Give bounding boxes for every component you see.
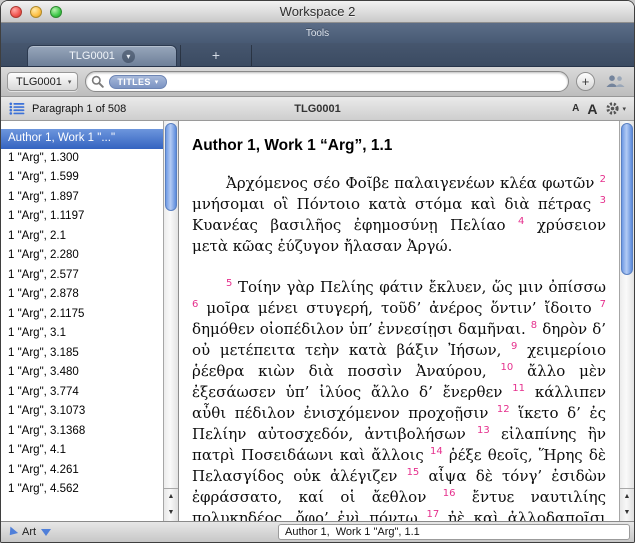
bottom-bar: Art (1, 521, 634, 542)
sidebar: Author 1, Work 1 "..."1 "Arg", 1.3001 "A… (1, 121, 179, 521)
line-number: 10 (500, 362, 513, 373)
font-decrease-button[interactable]: A (572, 103, 579, 114)
search-icon (91, 75, 104, 88)
triangle-icon[interactable] (6, 526, 18, 538)
titles-filter-label: TITLES (117, 77, 150, 87)
chevron-down-icon: ▾ (622, 105, 626, 113)
location-input[interactable] (278, 524, 630, 540)
line-number: 6 (192, 299, 198, 310)
tools-label: Tools (306, 28, 329, 39)
text-body: Ἀρχόμενος σέο Φοῖβε παλαιγενέων κλέα φωτ… (192, 173, 606, 521)
search-input[interactable] (172, 73, 560, 90)
list-item[interactable]: 1 "Arg", 3.1 (1, 324, 163, 344)
paragraph-status: Paragraph 1 of 508 (32, 103, 126, 115)
font-increase-button[interactable]: A (587, 101, 597, 117)
chevron-down-icon: ▾ (68, 78, 72, 86)
main-area: Author 1, Work 1 "..."1 "Arg", 1.3001 "A… (1, 121, 634, 521)
sidebar-list: Author 1, Work 1 "..."1 "Arg", 1.3001 "A… (1, 121, 163, 521)
chevron-down-icon[interactable] (41, 529, 51, 536)
main-scrollbar[interactable]: ▲ ▼ (619, 121, 634, 521)
title-bar: Workspace 2 (1, 1, 634, 23)
zoom-button[interactable] (50, 6, 62, 18)
minimize-button[interactable] (30, 6, 42, 18)
greek-paragraph: 5 Τοίην γὰρ Πελίης φάτιν ἔκλυεν, ὥς μιν … (192, 277, 606, 521)
list-item[interactable]: 1 "Arg", 1.300 (1, 149, 163, 169)
line-number: 2 (600, 174, 606, 185)
scrollbar-arrows: ▲ ▼ (164, 488, 178, 521)
greek-paragraph: Ἀρχόμενος σέο Φοῖβε παλαιγενέων κλέα φωτ… (192, 173, 606, 257)
text-pane: Author 1, Work 1 “Arg”, 1.1 Ἀρχόμενος σέ… (179, 121, 619, 521)
list-item[interactable]: 1 "Arg", 2.878 (1, 285, 163, 305)
line-number: 11 (512, 383, 525, 394)
list-item[interactable]: 1 "Arg", 2.1 (1, 227, 163, 247)
window-title: Workspace 2 (280, 4, 356, 19)
tab-label: TLG0001 (69, 50, 115, 62)
chevron-down-icon[interactable]: ▾ (122, 50, 135, 63)
line-number: 9 (511, 341, 517, 352)
tab-tlg0001[interactable]: TLG0001 ▾ (27, 45, 177, 66)
citation-level-control[interactable]: Art (7, 526, 51, 538)
line-number: 4 (518, 216, 524, 227)
add-tab-button[interactable]: + (180, 45, 252, 66)
tab-bar: TLG0001 ▾ + (1, 43, 634, 67)
scrollbar-arrows: ▲ ▼ (620, 488, 634, 521)
list-item[interactable]: 1 "Arg", 1.599 (1, 168, 163, 188)
list-item[interactable]: 1 "Arg", 1.897 (1, 188, 163, 208)
citation-level-label: Art (22, 526, 36, 538)
tools-strip: Tools (1, 23, 634, 43)
scroll-down-button[interactable]: ▼ (620, 505, 634, 521)
list-item[interactable]: 1 "Arg", 2.280 (1, 246, 163, 266)
list-item[interactable]: 1 "Arg", 3.480 (1, 363, 163, 383)
search-field[interactable]: TITLES ▾ (85, 71, 569, 92)
list-item[interactable]: 1 "Arg", 3.185 (1, 344, 163, 364)
pane-header: Paragraph 1 of 508 TLG0001 A A ▾ (1, 97, 634, 121)
list-item[interactable]: 1 "Arg", 3.774 (1, 383, 163, 403)
line-number: 8 (531, 320, 537, 331)
list-item[interactable]: 1 "Arg", 4.261 (1, 461, 163, 481)
gear-icon (605, 101, 620, 116)
scrollbar-thumb[interactable] (165, 123, 177, 211)
search-toolbar: TLG0001 ▾ TITLES ▾ + (1, 67, 634, 97)
titles-filter-button[interactable]: TITLES ▾ (109, 75, 166, 89)
line-number: 5 (226, 278, 232, 289)
add-button[interactable]: + (576, 72, 595, 91)
action-menu-button[interactable]: ▾ (605, 101, 626, 116)
list-item[interactable]: 1 "Arg", 2.577 (1, 266, 163, 286)
close-button[interactable] (10, 6, 22, 18)
list-item[interactable]: 1 "Arg", 4.562 (1, 480, 163, 500)
window-controls (10, 6, 62, 18)
corpus-dropdown-label: TLG0001 (16, 76, 62, 88)
line-number: 16 (443, 488, 456, 499)
list-item[interactable]: 1 "Arg", 3.1073 (1, 402, 163, 422)
list-icon[interactable] (9, 102, 25, 115)
pane-header-controls: A A ▾ (572, 101, 626, 117)
list-item[interactable]: 1 "Arg", 3.1368 (1, 422, 163, 442)
scroll-down-button[interactable]: ▼ (164, 505, 178, 521)
line-number: 14 (430, 446, 443, 457)
authors-browser-button[interactable] (602, 72, 628, 92)
list-item[interactable]: 1 "Arg", 4.1 (1, 441, 163, 461)
scroll-up-button[interactable]: ▲ (620, 489, 634, 505)
line-number: 12 (497, 404, 510, 415)
document-heading: Author 1, Work 1 “Arg”, 1.1 (192, 137, 606, 155)
list-item[interactable]: 1 "Arg", 2.1175 (1, 305, 163, 325)
people-icon (605, 74, 625, 89)
line-number: 3 (600, 195, 606, 206)
scroll-up-button[interactable]: ▲ (164, 489, 178, 505)
line-number: 17 (426, 509, 439, 520)
line-number: 7 (600, 299, 606, 310)
list-item[interactable]: Author 1, Work 1 "..." (1, 129, 163, 149)
sidebar-scrollbar[interactable]: ▲ ▼ (163, 121, 178, 521)
chevron-down-icon: ▾ (155, 78, 159, 86)
scrollbar-thumb[interactable] (621, 123, 633, 275)
line-number: 15 (407, 467, 420, 478)
corpus-dropdown[interactable]: TLG0001 ▾ (7, 72, 78, 91)
app-window: Workspace 2 Tools TLG0001 ▾ + TLG0001 ▾ … (0, 0, 635, 543)
list-item[interactable]: 1 "Arg", 1.1197 (1, 207, 163, 227)
line-number: 13 (477, 425, 490, 436)
